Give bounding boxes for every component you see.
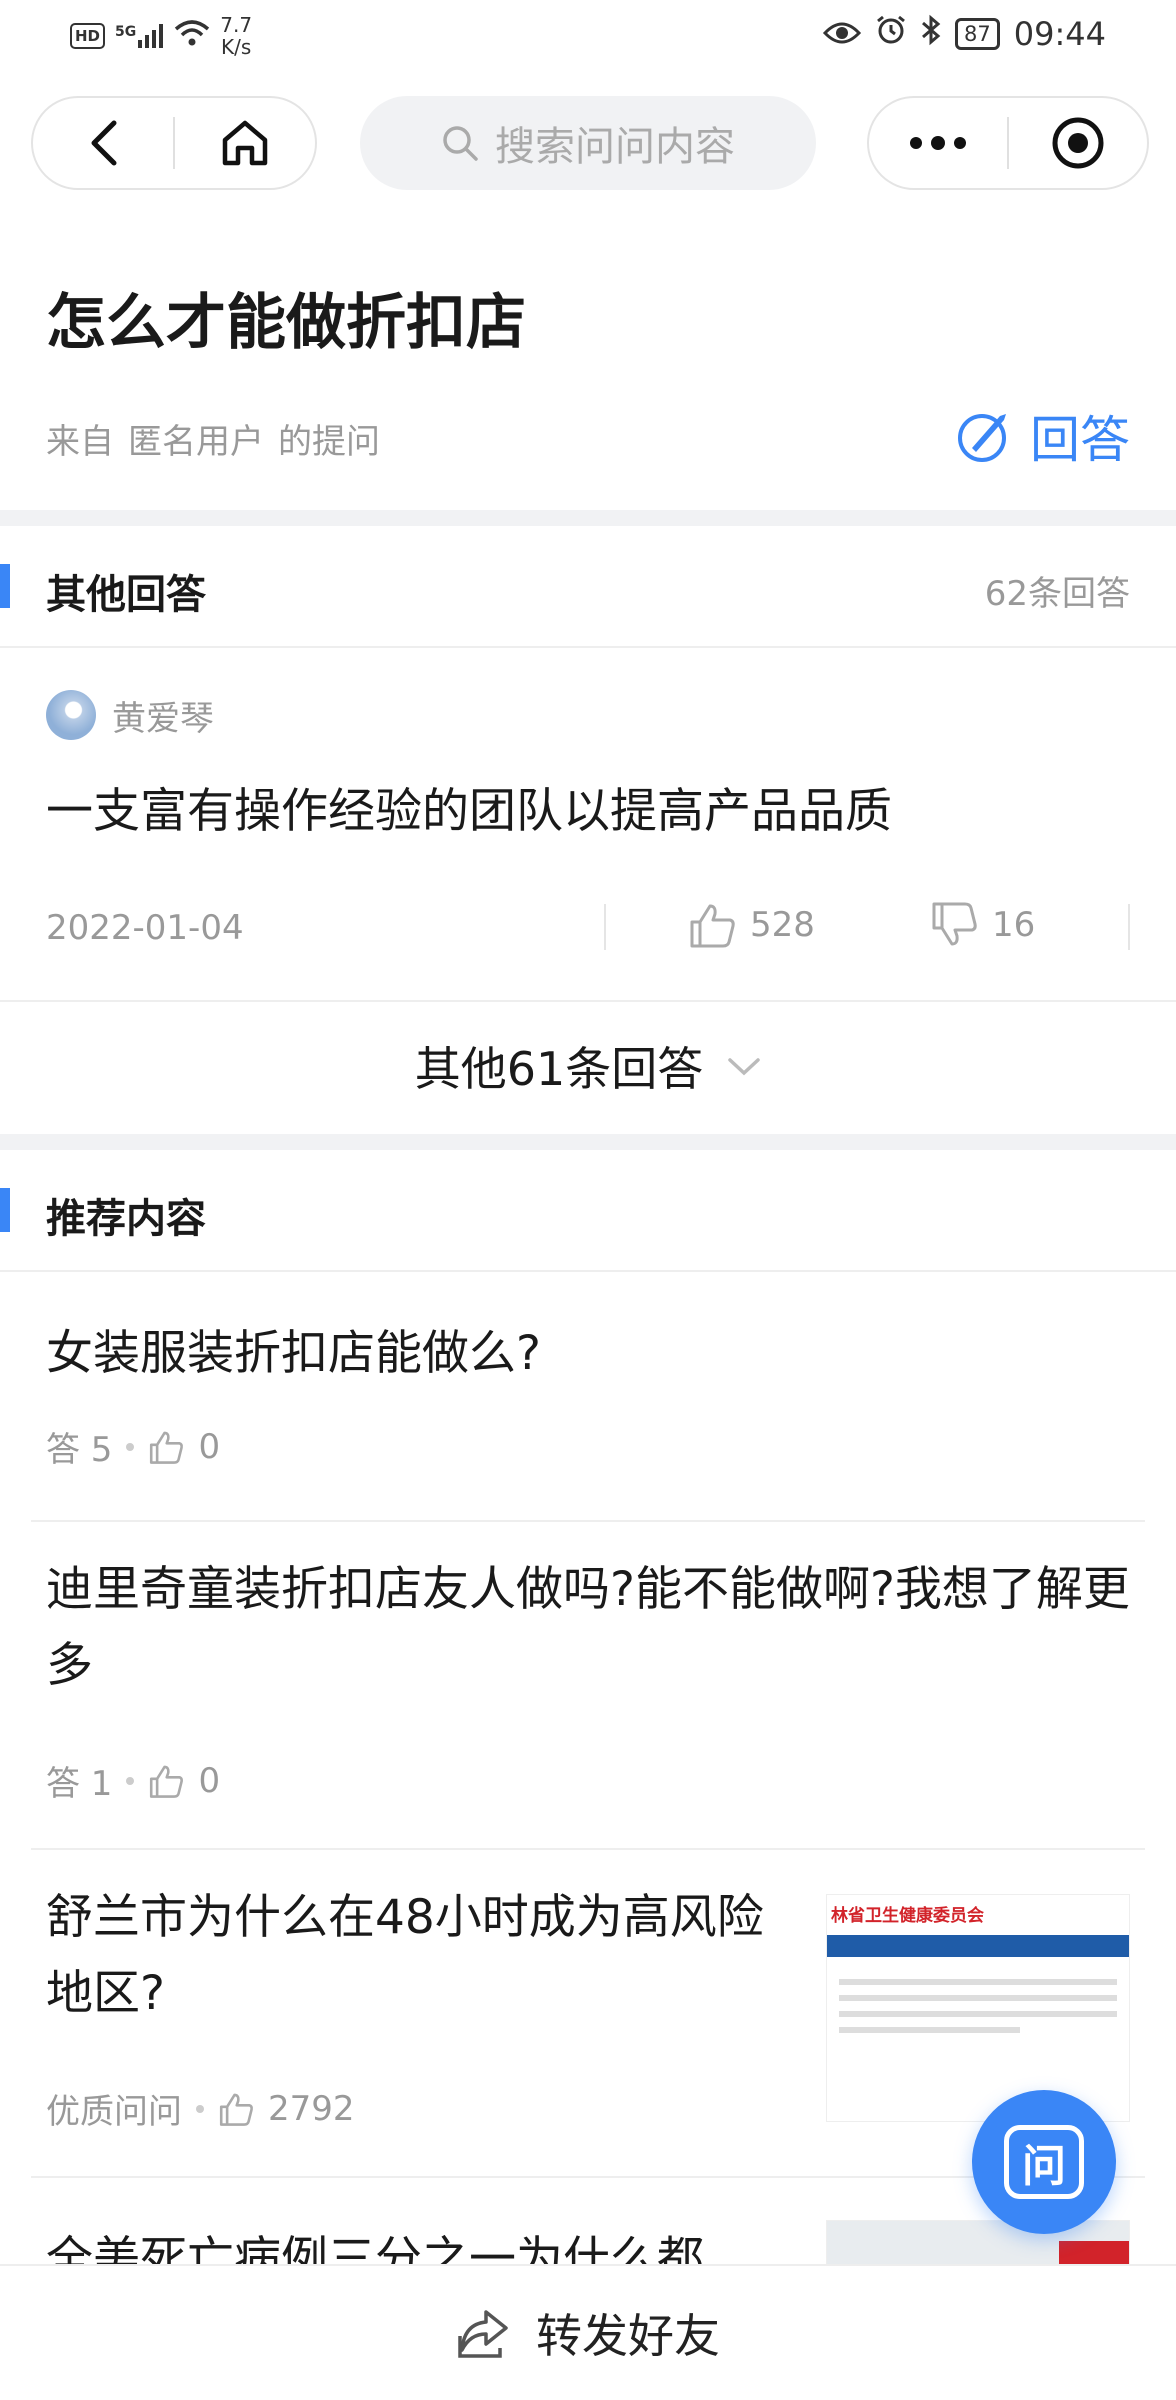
thumbnail-badge: [1059, 2241, 1129, 2264]
ask-question-fab[interactable]: 问: [972, 2090, 1116, 2234]
home-icon: [222, 120, 268, 166]
answer-footer: 2022-01-04 528 16: [46, 900, 1130, 954]
like-count: 528: [750, 905, 815, 945]
search-box[interactable]: 搜索问问内容: [360, 96, 816, 190]
share-bar[interactable]: 转发好友: [0, 2264, 1176, 2400]
section-accent-bar: [0, 564, 10, 608]
thumbnail-text-line: [839, 1995, 1117, 2001]
share-label: 转发好友: [536, 2309, 720, 2363]
speed-value: 7.7: [220, 13, 253, 37]
signal-label: 5G: [115, 24, 137, 40]
like-count: 2792: [268, 2088, 355, 2129]
thumbs-up-icon: [150, 1431, 184, 1464]
thumbnail-header: 林省卫生健康委员会: [827, 1895, 1129, 1935]
pen-icon: [958, 414, 1006, 462]
item-title: 全美死亡病例三分之一为什么都: [46, 2232, 704, 2264]
nav-capsule-left: [31, 96, 317, 190]
target-circle-icon: [1052, 117, 1104, 169]
home-button[interactable]: [175, 98, 315, 188]
item-thumbnail: 林省卫生健康委员会: [826, 1894, 1130, 2122]
nav-bar: 搜索问问内容: [0, 92, 1176, 192]
like-button[interactable]: 528: [688, 902, 815, 948]
alarm-icon: [875, 14, 907, 54]
recommended-header: 推荐内容: [0, 1150, 1176, 1270]
signal-icon: 5G: [115, 24, 164, 48]
search-placeholder: 搜索问问内容: [495, 124, 735, 170]
wifi-icon: [174, 19, 210, 54]
dislike-count: 16: [992, 905, 1036, 945]
recommended-item[interactable]: 迪里奇童装折扣店友人做吗?能不能做啊?我想了解更多 答 1 0: [0, 1522, 1176, 1848]
like-count: 0: [198, 1760, 221, 1801]
thumbs-up-icon: [690, 904, 735, 948]
network-speed: 7.7 K/s: [220, 14, 252, 58]
clock: 09:44: [1013, 15, 1106, 53]
thumbnail-text-line: [839, 2011, 1117, 2017]
bluetooth-icon: [921, 14, 941, 54]
author-name: 黄爱琴: [112, 698, 214, 739]
meta-prefix: 来自: [46, 422, 114, 462]
section-separator: [0, 510, 1176, 526]
answer-text: 一支富有操作经验的团队以提高产品品质: [46, 784, 892, 839]
item-title: 舒兰市为什么在48小时成为高风险地区?: [46, 1890, 764, 2021]
search-icon: [443, 126, 478, 161]
meta-suffix: 的提问: [278, 422, 380, 462]
item-title: 迪里奇童装折扣店友人做吗?能不能做啊?我想了解更多: [46, 1562, 1130, 1693]
answer-button-label: 回答: [1030, 411, 1130, 469]
hd-badge: HD: [70, 23, 106, 49]
quality-label: 优质问问: [46, 2092, 182, 2132]
ask-icon: 问: [1004, 2125, 1084, 2199]
back-button[interactable]: [33, 98, 173, 188]
vertical-divider: [604, 904, 606, 950]
more-options-button[interactable]: [869, 98, 1007, 188]
thumbnail-nav: [827, 1935, 1129, 1957]
question-title: 怎么才能做折扣店: [46, 288, 526, 358]
thumbs-up-icon: [219, 2093, 253, 2126]
more-answers-label: 其他61条回答: [414, 1042, 704, 1096]
chevron-down-icon: [728, 1058, 761, 1076]
nav-capsule-right: [867, 96, 1149, 190]
thumbs-up-icon: [150, 1765, 184, 1798]
item-meta: 答 1 0: [46, 1756, 220, 1805]
more-answers-button[interactable]: 其他61条回答: [0, 1000, 1176, 1132]
answer-button[interactable]: 回答: [956, 400, 1130, 472]
meta-dot: [196, 2104, 204, 2113]
section-separator: [0, 1134, 1176, 1150]
share-icon: [458, 2310, 508, 2358]
thumbnail-text-line: [839, 2027, 1021, 2033]
eye-icon: [822, 15, 862, 53]
answer-author: 黄爱琴: [46, 690, 214, 740]
status-bar: HD 5G 7.7 K/s 87 09:44: [0, 0, 1176, 80]
meta-user[interactable]: 匿名用户: [128, 414, 264, 463]
answer-date: 2022-01-04: [46, 908, 244, 948]
more-dots-icon: [910, 136, 967, 150]
item-meta: 答 5 0: [46, 1422, 220, 1471]
answer-card[interactable]: 黄爱琴 一支富有操作经验的团队以提高产品品质 2022-01-04 528 16: [0, 648, 1176, 1000]
battery-indicator: 87: [955, 18, 1000, 50]
item-title: 女装服装折扣店能做么?: [46, 1326, 541, 1381]
meta-dot: [126, 1776, 135, 1785]
back-arrow-icon: [91, 120, 117, 166]
meta-dot: [126, 1442, 135, 1451]
thumbnail-text-line: [839, 1979, 1117, 1985]
vertical-divider: [1128, 904, 1130, 950]
avatar: [46, 690, 96, 740]
recommended-title: 推荐内容: [46, 1196, 206, 1242]
question-meta: 来自 匿名用户 的提问: [46, 414, 380, 463]
close-miniapp-button[interactable]: [1009, 98, 1147, 188]
section-accent-bar: [0, 1188, 10, 1232]
thumbs-down-icon: [932, 902, 977, 946]
speed-unit: K/s: [221, 35, 252, 59]
other-answers-title: 其他回答: [46, 572, 206, 618]
recommended-item[interactable]: 女装服装折扣店能做么? 答 5 0: [0, 1272, 1176, 1520]
dislike-button[interactable]: 16: [930, 902, 1035, 948]
answer-count: 62条回答: [984, 574, 1130, 614]
other-answers-header: 其他回答 62条回答: [0, 526, 1176, 646]
answer-count-label: 答 1: [46, 1764, 113, 1804]
item-thumbnail: [826, 2220, 1130, 2264]
question-header: 怎么才能做折扣店 来自 匿名用户 的提问 回答: [0, 250, 1176, 506]
answer-count-label: 答 5: [46, 1430, 113, 1470]
like-count: 0: [198, 1426, 221, 1467]
item-meta: 优质问问 2792: [46, 2084, 355, 2133]
